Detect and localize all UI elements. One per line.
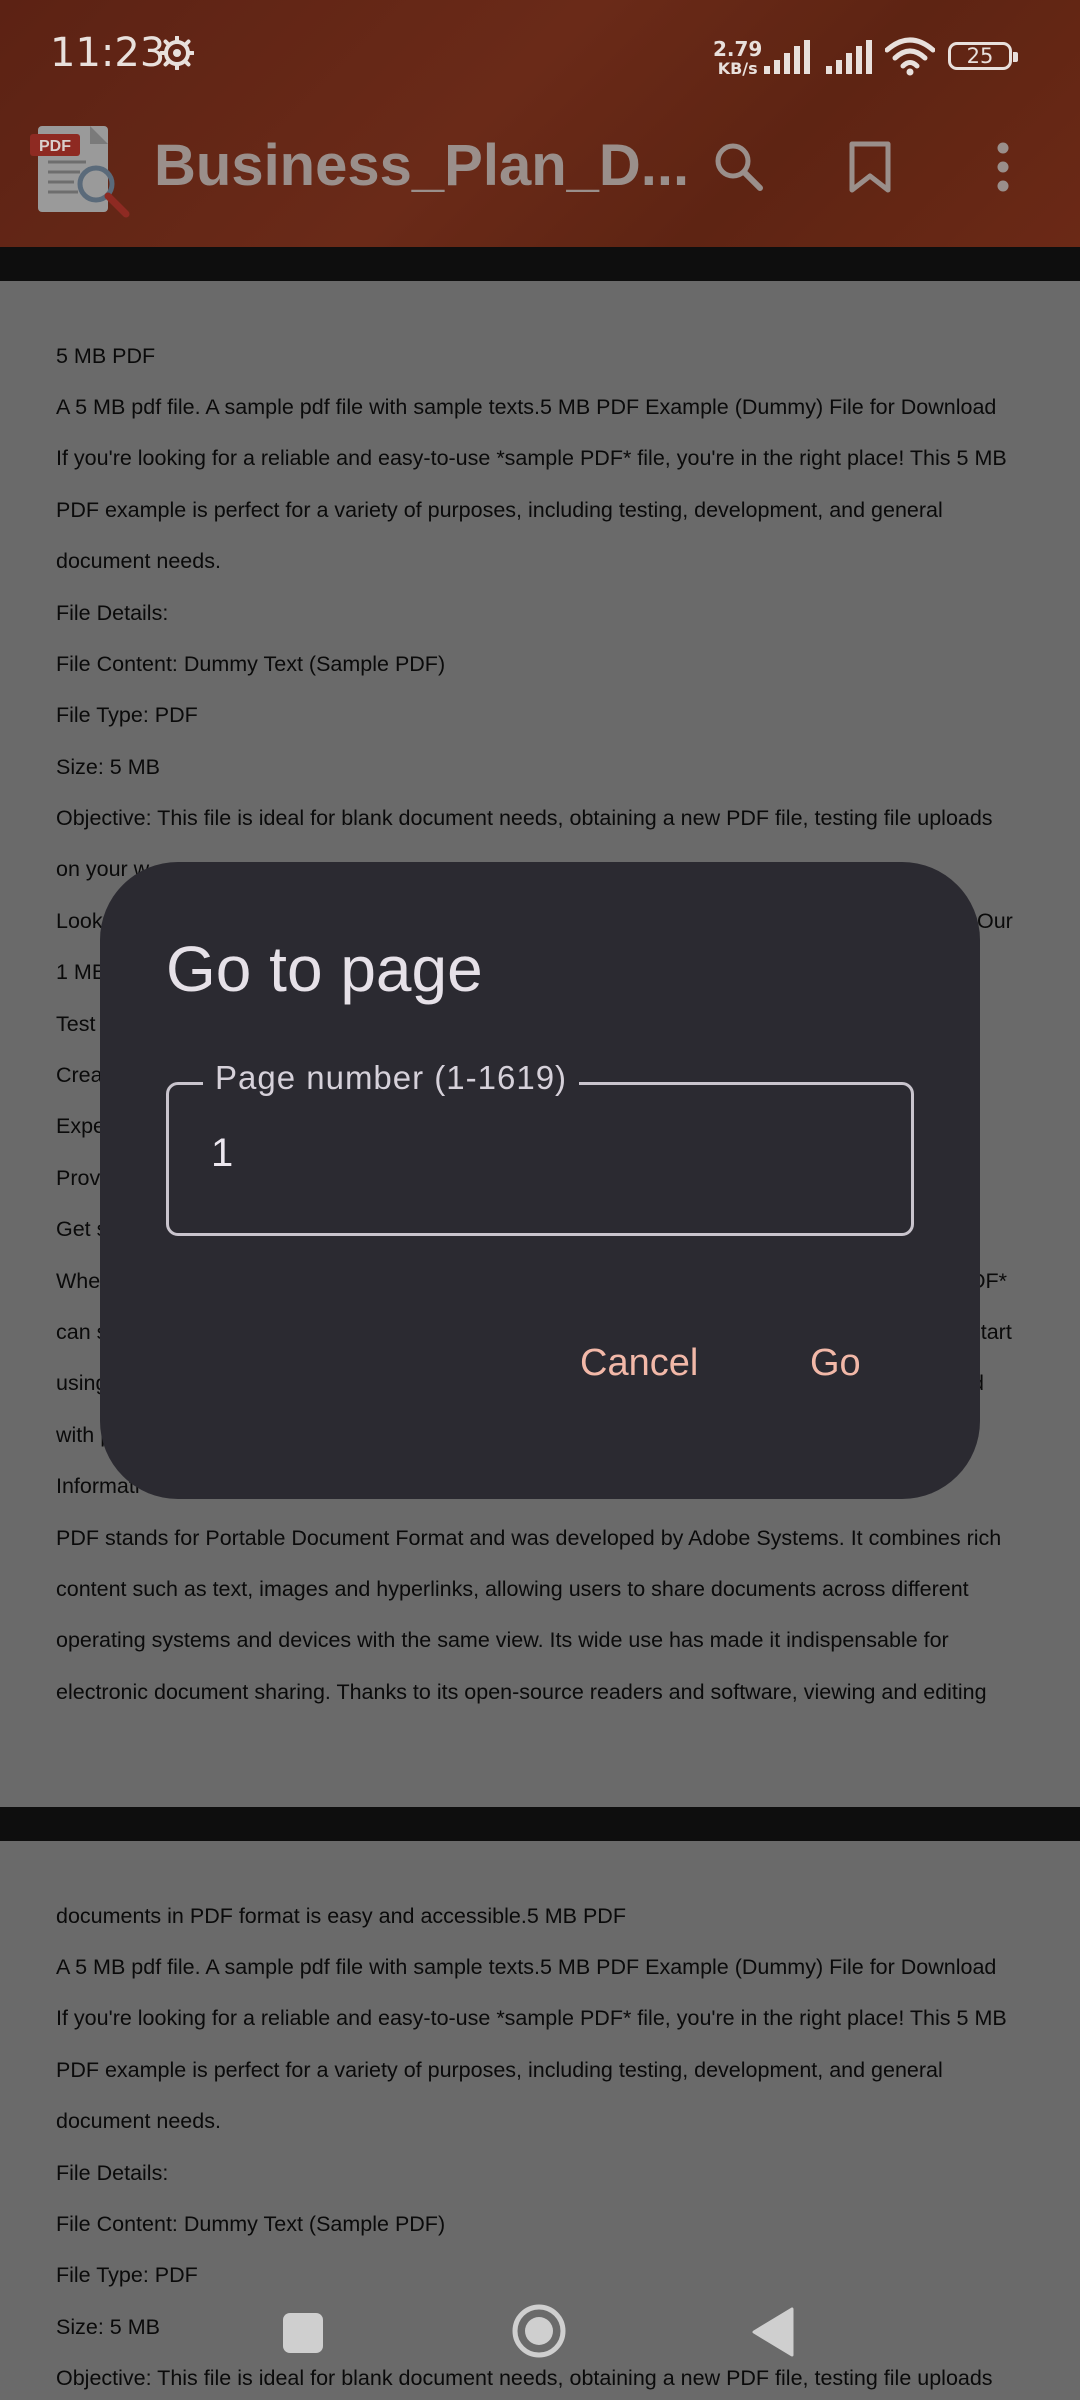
page-text-line: content such as text, images and hyperli… — [56, 1577, 969, 1601]
page-text-line: If you're looking for a reliable and eas… — [56, 2006, 1007, 2030]
page-text-line: A 5 MB pdf file. A sample pdf file with … — [56, 395, 997, 419]
page-text-line: A 5 MB pdf file. A sample pdf file with … — [56, 1955, 997, 1979]
cancel-button[interactable]: Cancel — [580, 1342, 698, 1385]
signal-icon — [826, 40, 872, 74]
page-text-line: Size: 5 MB — [56, 755, 160, 779]
page-text-line: Expe — [56, 1114, 106, 1138]
page-text-line: If you're looking for a reliable and eas… — [56, 446, 1007, 470]
page-text-line: Size: 5 MB — [56, 2315, 160, 2339]
page-text-line: Prov — [56, 1166, 101, 1190]
page-text-line: File Details: — [56, 601, 169, 625]
dialog-title: Go to page — [166, 933, 483, 1005]
page-text-line: File Type: PDF — [56, 703, 198, 727]
page-separator — [0, 247, 1080, 281]
page-text-line: Crea — [56, 1063, 103, 1087]
page-text-line: PDF example is perfect for a variety of … — [56, 498, 943, 522]
page-text-line: File Details: — [56, 2161, 169, 2185]
page-text-line: File Content: Dummy Text (Sample PDF) — [56, 2212, 446, 2236]
go-to-page-dialog: Go to page Page number (1-1619) Cancel G… — [100, 862, 980, 1499]
wifi-icon — [885, 37, 935, 76]
page-text-fragment: Our — [977, 909, 1013, 933]
page-text-line: Look — [56, 909, 103, 933]
go-button[interactable]: Go — [810, 1342, 861, 1385]
app-header: 11:23 2.79 KB/s 25 PDF Business_Plan_D..… — [0, 0, 1080, 247]
page-separator — [0, 1807, 1080, 1841]
page-text-line: Test — [56, 1012, 96, 1036]
pdf-logo-icon: PDF — [30, 126, 130, 218]
page-text-line: File Content: Dummy Text (Sample PDF) — [56, 652, 446, 676]
battery-icon: 25 — [948, 42, 1018, 70]
recents-icon[interactable] — [283, 2313, 323, 2353]
pdf-logo-text: PDF — [39, 138, 71, 155]
page-number-input[interactable] — [211, 1131, 851, 1176]
page-text-line: Whe — [56, 1269, 101, 1293]
page-text-line: document needs. — [56, 2109, 221, 2133]
page-number-field[interactable]: Page number (1-1619) — [166, 1059, 914, 1236]
network-speed-unit: KB/s — [717, 59, 758, 78]
bookmark-icon[interactable] — [848, 140, 892, 194]
page-text-line: documents in PDF format is easy and acce… — [56, 1904, 626, 1928]
page-text-line: File Type: PDF — [56, 2263, 198, 2287]
network-speed: 2.79 KB/s — [713, 37, 763, 78]
page-text-line: PDF stands for Portable Document Format … — [56, 1526, 1002, 1550]
network-speed-value: 2.79 — [713, 37, 763, 61]
page-number-label: Page number (1-1619) — [203, 1059, 580, 1097]
page-text-line: electronic document sharing. Thanks to i… — [56, 1680, 987, 1704]
search-icon[interactable] — [712, 140, 764, 192]
page-text-line: 5 MB PDF — [56, 344, 156, 368]
signal-icon — [764, 40, 810, 74]
page-text-line: Objective: This file is ideal for blank … — [56, 2366, 993, 2390]
home-icon[interactable] — [511, 2303, 567, 2359]
page-text-line: Objective: This file is ideal for blank … — [56, 806, 993, 830]
page-text-line: 1 MB — [56, 960, 107, 984]
battery-level: 25 — [966, 44, 994, 68]
more-vert-icon[interactable] — [990, 140, 1016, 194]
document-title: Business_Plan_D... — [154, 133, 690, 198]
page-text-line: PDF example is perfect for a variety of … — [56, 2058, 943, 2082]
page-text-line: document needs. — [56, 549, 221, 573]
page-text-line: operating systems and devices with the s… — [56, 1628, 949, 1652]
status-time: 11:23 — [50, 30, 166, 76]
back-icon[interactable] — [752, 2307, 794, 2357]
gear-icon — [160, 36, 194, 70]
